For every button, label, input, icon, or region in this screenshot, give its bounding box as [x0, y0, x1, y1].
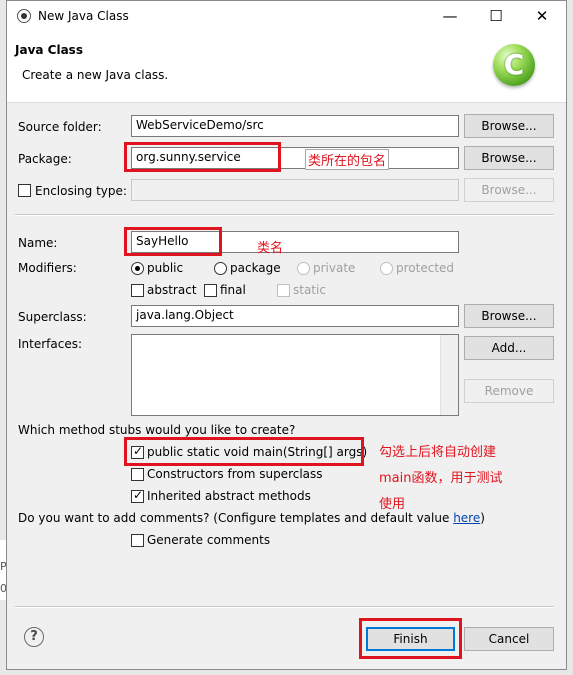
stub-constructors-label: Constructors from superclass: [147, 467, 323, 481]
stub-main-label: public static void main(String[] args): [147, 445, 368, 459]
wizard-title: Java Class: [15, 43, 83, 57]
name-label: Name:: [18, 236, 58, 250]
class-name-input[interactable]: SayHello: [131, 231, 459, 253]
source-folder-input[interactable]: WebServiceDemo/src: [131, 115, 459, 137]
wizard-description: Create a new Java class.: [22, 68, 169, 82]
comments-question-end: ): [480, 511, 485, 525]
generate-comments-checkbox[interactable]: [131, 534, 144, 547]
modifier-package-label: package: [230, 261, 281, 275]
comments-question-text: Do you want to add comments? (Configure …: [18, 511, 454, 525]
modifier-static-label: static: [293, 283, 326, 297]
method-stubs-question: Which method stubs would you like to cre…: [18, 423, 296, 437]
modifier-final-checkbox[interactable]: [204, 284, 217, 297]
interfaces-scrollbar[interactable]: [440, 335, 458, 415]
enclosing-type-label: Enclosing type:: [35, 184, 127, 198]
package-annotation: 类所在的包名: [305, 149, 390, 170]
modifier-protected-radio[interactable]: [380, 262, 393, 275]
modifier-private-label: private: [313, 261, 356, 275]
eclipse-icon: [17, 9, 31, 23]
modifier-abstract-label: abstract: [147, 283, 197, 297]
help-icon[interactable]: ?: [24, 627, 44, 647]
main-annotation-line-3: 使用: [379, 497, 406, 512]
title-bar[interactable]: New Java Class — ☐ ✕: [7, 1, 566, 32]
interfaces-label: Interfaces:: [18, 337, 83, 351]
source-folder-label: Source folder:: [18, 120, 102, 134]
package-label: Package:: [18, 152, 72, 166]
cancel-button[interactable]: Cancel: [464, 627, 554, 651]
minimize-button[interactable]: —: [435, 5, 465, 27]
enclosing-type-checkbox[interactable]: [18, 184, 31, 197]
superclass-input[interactable]: java.lang.Object: [131, 305, 459, 327]
remove-interface-button[interactable]: Remove: [464, 379, 554, 403]
name-annotation: 类名: [257, 241, 284, 256]
generate-comments-label: Generate comments: [147, 533, 271, 547]
source-folder-browse-button[interactable]: Browse...: [464, 114, 554, 138]
modifiers-label: Modifiers:: [18, 261, 77, 275]
modifier-public-label: public: [147, 261, 184, 275]
footer-separator: [15, 606, 554, 608]
package-browse-button[interactable]: Browse...: [464, 146, 554, 170]
modifier-public-radio[interactable]: [131, 262, 144, 275]
enclosing-type-browse-button[interactable]: Browse...: [464, 178, 554, 202]
close-button[interactable]: ✕: [527, 5, 557, 27]
maximize-button[interactable]: ☐: [481, 5, 511, 27]
stub-inherited-label: Inherited abstract methods: [147, 489, 311, 503]
modifier-private-radio[interactable]: [297, 262, 310, 275]
modifier-static-checkbox[interactable]: [277, 284, 290, 297]
stub-main-checkbox[interactable]: [131, 444, 144, 459]
modifier-protected-label: protected: [396, 261, 455, 275]
superclass-browse-button[interactable]: Browse...: [464, 304, 554, 328]
configure-templates-link[interactable]: here: [453, 511, 480, 525]
stub-inherited-checkbox[interactable]: [131, 488, 144, 503]
modifier-abstract-checkbox[interactable]: [131, 284, 144, 297]
interfaces-list[interactable]: [131, 334, 459, 416]
superclass-label: Superclass:: [18, 310, 87, 324]
java-class-logo-icon: C: [493, 44, 535, 86]
window-title: New Java Class: [38, 9, 129, 23]
separator: [15, 214, 554, 216]
new-java-class-dialog: New Java Class — ☐ ✕ Java Class Create a…: [6, 0, 567, 670]
modifier-final-label: final: [220, 283, 246, 297]
package-input[interactable]: org.sunny.service: [131, 147, 459, 169]
logo-letter: C: [503, 48, 525, 81]
stub-constructors-checkbox[interactable]: [131, 468, 144, 481]
main-annotation-line-2: main函数，用于测试: [379, 471, 503, 486]
finish-button[interactable]: Finish: [366, 627, 455, 651]
wizard-header: Java Class Create a new Java class. C: [7, 32, 566, 103]
add-interface-button[interactable]: Add...: [464, 336, 554, 360]
main-annotation-line-1: 勾选上后将自动创建: [379, 445, 497, 460]
enclosing-type-input[interactable]: [131, 179, 459, 201]
modifier-package-radio[interactable]: [214, 262, 227, 275]
comments-question: Do you want to add comments? (Configure …: [18, 511, 485, 525]
